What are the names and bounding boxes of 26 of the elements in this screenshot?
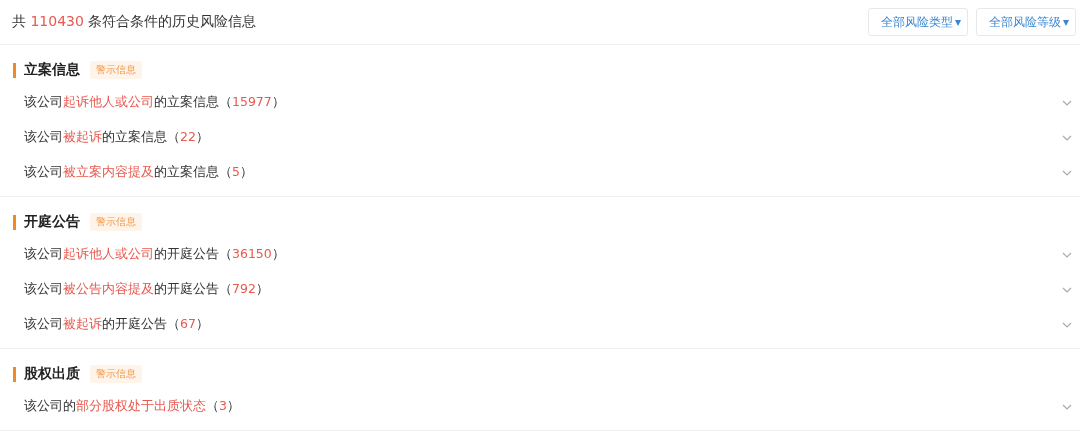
warning-tag: 警示信息 xyxy=(90,61,142,79)
filter-dropdown[interactable]: 全部风险类型 ▾ xyxy=(867,8,968,36)
chevron-icon[interactable] xyxy=(1062,321,1072,328)
warning-tag: 警示信息 xyxy=(90,213,142,231)
chevron-icon[interactable] xyxy=(1062,251,1072,258)
section-title: 开庭公告 xyxy=(24,213,80,231)
risk-item[interactable]: 该公司被公告内容提及的开庭公告（792） xyxy=(24,281,269,298)
risk-item[interactable]: 该公司被起诉的立案信息（22） xyxy=(24,129,209,146)
risk-item[interactable]: 该公司的部分股权处于出质状态（3） xyxy=(24,398,240,415)
chevron-icon[interactable] xyxy=(1062,286,1072,293)
risk-item[interactable]: 该公司起诉他人或公司 的立案信息（15977） xyxy=(24,94,285,111)
section-title: 立案信息 xyxy=(24,61,80,79)
risk-item[interactable]: 该公司被起诉的开庭公告（67） xyxy=(24,316,209,333)
warning-tag: 警示信息 xyxy=(90,365,142,383)
accent-bar xyxy=(13,214,16,230)
accent-bar xyxy=(13,62,16,78)
section-title: 股权出质 xyxy=(24,365,80,383)
chevron-icon[interactable] xyxy=(1062,134,1072,141)
risk-item[interactable]: 该公司起诉他人或公司 的开庭公告（36150） xyxy=(24,246,285,263)
accent-bar xyxy=(13,366,16,382)
risk-item[interactable]: 该公司被立案内容提及的立案信息（5） xyxy=(24,164,253,181)
chevron-icon[interactable] xyxy=(1062,169,1072,176)
chevron-icon[interactable] xyxy=(1062,99,1072,106)
result-summary: 共 110430 条符合条件的历史风险信息 xyxy=(12,13,257,31)
filter-dropdown[interactable]: 全部风险等级 ▾ xyxy=(975,8,1076,36)
chevron-icon[interactable] xyxy=(1062,403,1072,410)
